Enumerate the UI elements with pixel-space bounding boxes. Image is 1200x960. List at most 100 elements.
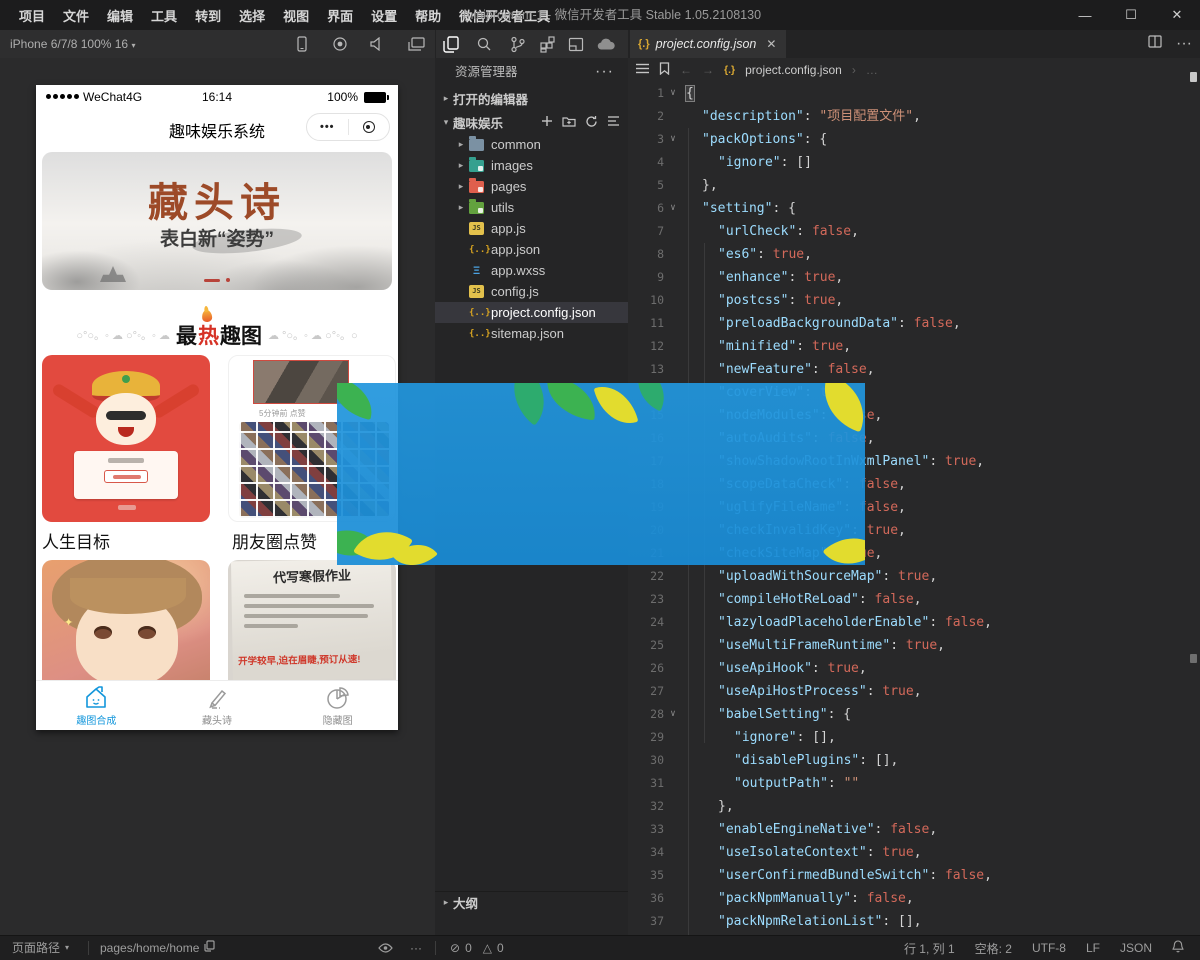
- tree-item-images[interactable]: ▸images: [435, 155, 628, 176]
- code-line-36[interactable]: 36"packNpmManually": false,: [628, 887, 1200, 910]
- code-line-37[interactable]: 37"packNpmRelationList": [],: [628, 910, 1200, 933]
- tree-item-project-config-json[interactable]: {..}project.config.json: [435, 302, 628, 323]
- code-line-10[interactable]: 10"postcss": true,: [628, 289, 1200, 312]
- language-mode[interactable]: JSON: [1120, 941, 1152, 955]
- open-editors-section[interactable]: ▸打开的编辑器: [435, 86, 628, 110]
- editor-scrollbar[interactable]: [1190, 82, 1200, 935]
- explorer-more-icon[interactable]: ···: [595, 58, 614, 86]
- fold-arrow-icon[interactable]: ∨: [664, 128, 682, 151]
- record-icon[interactable]: [330, 34, 350, 54]
- fold-arrow-icon[interactable]: ∨: [664, 703, 682, 726]
- code-line-32[interactable]: 32},: [628, 795, 1200, 818]
- notifications-bell-icon[interactable]: [1172, 940, 1184, 956]
- tree-item-app-json[interactable]: {..}app.json: [435, 239, 628, 260]
- maximize-button[interactable]: ☐: [1108, 0, 1154, 30]
- tree-item-utils[interactable]: ▸utils: [435, 197, 628, 218]
- encoding[interactable]: UTF-8: [1032, 941, 1066, 955]
- tree-item-app-js[interactable]: JSapp.js: [435, 218, 628, 239]
- tab-project-config-json[interactable]: {.} project.config.json ✕: [630, 30, 786, 58]
- outline-list-icon[interactable]: [636, 63, 649, 77]
- page-path-value[interactable]: pages/home/home: [100, 936, 215, 960]
- menu-item[interactable]: 工具: [142, 6, 186, 25]
- refresh-icon[interactable]: [585, 115, 598, 128]
- bookmark-icon[interactable]: [659, 62, 670, 78]
- code-line-26[interactable]: 26"useApiHook": true,: [628, 657, 1200, 680]
- page-path-dropdown[interactable]: 页面路径▾: [12, 936, 69, 960]
- code-line-13[interactable]: 13"newFeature": false,: [628, 358, 1200, 381]
- multi-window-icon[interactable]: [406, 34, 426, 54]
- code-line-25[interactable]: 25"useMultiFrameRuntime": true,: [628, 634, 1200, 657]
- preview-eye-icon[interactable]: [378, 936, 393, 960]
- fold-arrow-icon[interactable]: ∨: [664, 82, 682, 105]
- tree-item-common[interactable]: ▸common: [435, 134, 628, 155]
- tree-item-pages[interactable]: ▸pages: [435, 176, 628, 197]
- close-button[interactable]: ✕: [1154, 0, 1200, 30]
- tree-item-app-wxss[interactable]: Ξapp.wxss: [435, 260, 628, 281]
- menu-item[interactable]: 设置: [362, 6, 406, 25]
- card-anime[interactable]: ✦: [42, 560, 210, 680]
- problems-indicator[interactable]: ⊘0 △0: [450, 936, 504, 960]
- breadcrumb-more[interactable]: …: [866, 63, 878, 77]
- indentation[interactable]: 空格: 2: [975, 940, 1012, 957]
- code-line-30[interactable]: 30"disablePlugins": [],: [628, 749, 1200, 772]
- code-line-22[interactable]: 22"uploadWithSourceMap": true,: [628, 565, 1200, 588]
- code-line-3[interactable]: 3∨"packOptions": {: [628, 128, 1200, 151]
- more-status-icon[interactable]: ···: [410, 936, 422, 960]
- device-selector[interactable]: iPhone 6/7/8 100% 16 ▾: [10, 30, 135, 58]
- breadcrumb-file[interactable]: project.config.json: [745, 63, 842, 77]
- code-line-23[interactable]: 23"compileHotReLoad": false,: [628, 588, 1200, 611]
- tab-hidden-image[interactable]: 隐藏图: [277, 681, 398, 730]
- code-line-31[interactable]: 31"outputPath": "": [628, 772, 1200, 795]
- git-branch-icon[interactable]: [508, 34, 528, 54]
- card-life-goal[interactable]: [42, 355, 210, 522]
- search-icon[interactable]: [474, 34, 494, 54]
- new-file-icon[interactable]: [541, 115, 553, 127]
- split-editor-icon[interactable]: [1148, 35, 1162, 53]
- tree-item-sitemap-json[interactable]: {..}sitemap.json: [435, 323, 628, 344]
- code-line-6[interactable]: 6∨"setting": {: [628, 197, 1200, 220]
- outline-section[interactable]: ▸大纲: [435, 891, 628, 913]
- nav-back-icon[interactable]: ←: [680, 63, 692, 77]
- menu-item[interactable]: 视图: [274, 6, 318, 25]
- tree-item-config-js[interactable]: JSconfig.js: [435, 281, 628, 302]
- cursor-position[interactable]: 行 1, 列 1: [904, 940, 955, 957]
- code-line-9[interactable]: 9"enhance": true,: [628, 266, 1200, 289]
- code-line-24[interactable]: 24"lazyloadPlaceholderEnable": false,: [628, 611, 1200, 634]
- banner-carousel[interactable]: 藏头诗 表白新“姿势”: [42, 152, 392, 290]
- card-homework-notice[interactable]: 代写寒假作业 开学较早,迫在眉睫,预订从速!: [228, 560, 396, 680]
- code-line-11[interactable]: 11"preloadBackgroundData": false,: [628, 312, 1200, 335]
- menu-item[interactable]: 界面: [318, 6, 362, 25]
- nav-forward-icon[interactable]: →: [702, 63, 714, 77]
- more-actions-icon[interactable]: ···: [1176, 35, 1192, 53]
- menu-item[interactable]: 项目: [10, 6, 54, 25]
- menu-item[interactable]: 选择: [230, 6, 274, 25]
- tab-close-icon[interactable]: ✕: [766, 37, 776, 51]
- project-root[interactable]: ▾趣味娱乐: [435, 110, 628, 134]
- menu-item[interactable]: 帮助: [406, 6, 450, 25]
- code-line-34[interactable]: 34"useIsolateContext": true,: [628, 841, 1200, 864]
- collapse-all-icon[interactable]: [607, 115, 620, 127]
- code-line-2[interactable]: 2"description": "项目配置文件",: [628, 105, 1200, 128]
- menu-item[interactable]: 编辑: [98, 6, 142, 25]
- code-line-5[interactable]: 5},: [628, 174, 1200, 197]
- capsule-close-icon[interactable]: [349, 121, 390, 133]
- menu-item[interactable]: 转到: [186, 6, 230, 25]
- tab-compose[interactable]: 趣图合成: [36, 681, 157, 730]
- code-line-33[interactable]: 33"enableEngineNative": false,: [628, 818, 1200, 841]
- code-line-29[interactable]: 29"ignore": [],: [628, 726, 1200, 749]
- minimize-button[interactable]: —: [1062, 0, 1108, 30]
- promo-overlay[interactable]: [337, 383, 865, 565]
- code-line-8[interactable]: 8"es6": true,: [628, 243, 1200, 266]
- capsule-menu-icon[interactable]: •••: [307, 121, 348, 133]
- code-line-12[interactable]: 12"minified": true,: [628, 335, 1200, 358]
- tab-acrostic[interactable]: 藏头诗: [157, 681, 278, 730]
- cloud-icon[interactable]: [596, 34, 616, 54]
- fold-arrow-icon[interactable]: ∨: [664, 197, 682, 220]
- mute-icon[interactable]: [368, 34, 388, 54]
- phone-toggle-icon[interactable]: [292, 34, 312, 54]
- extensions-icon[interactable]: [538, 34, 558, 54]
- explorer-files-icon[interactable]: [441, 34, 461, 54]
- menu-item[interactable]: 文件: [54, 6, 98, 25]
- code-line-7[interactable]: 7"urlCheck": false,: [628, 220, 1200, 243]
- code-line-4[interactable]: 4"ignore": []: [628, 151, 1200, 174]
